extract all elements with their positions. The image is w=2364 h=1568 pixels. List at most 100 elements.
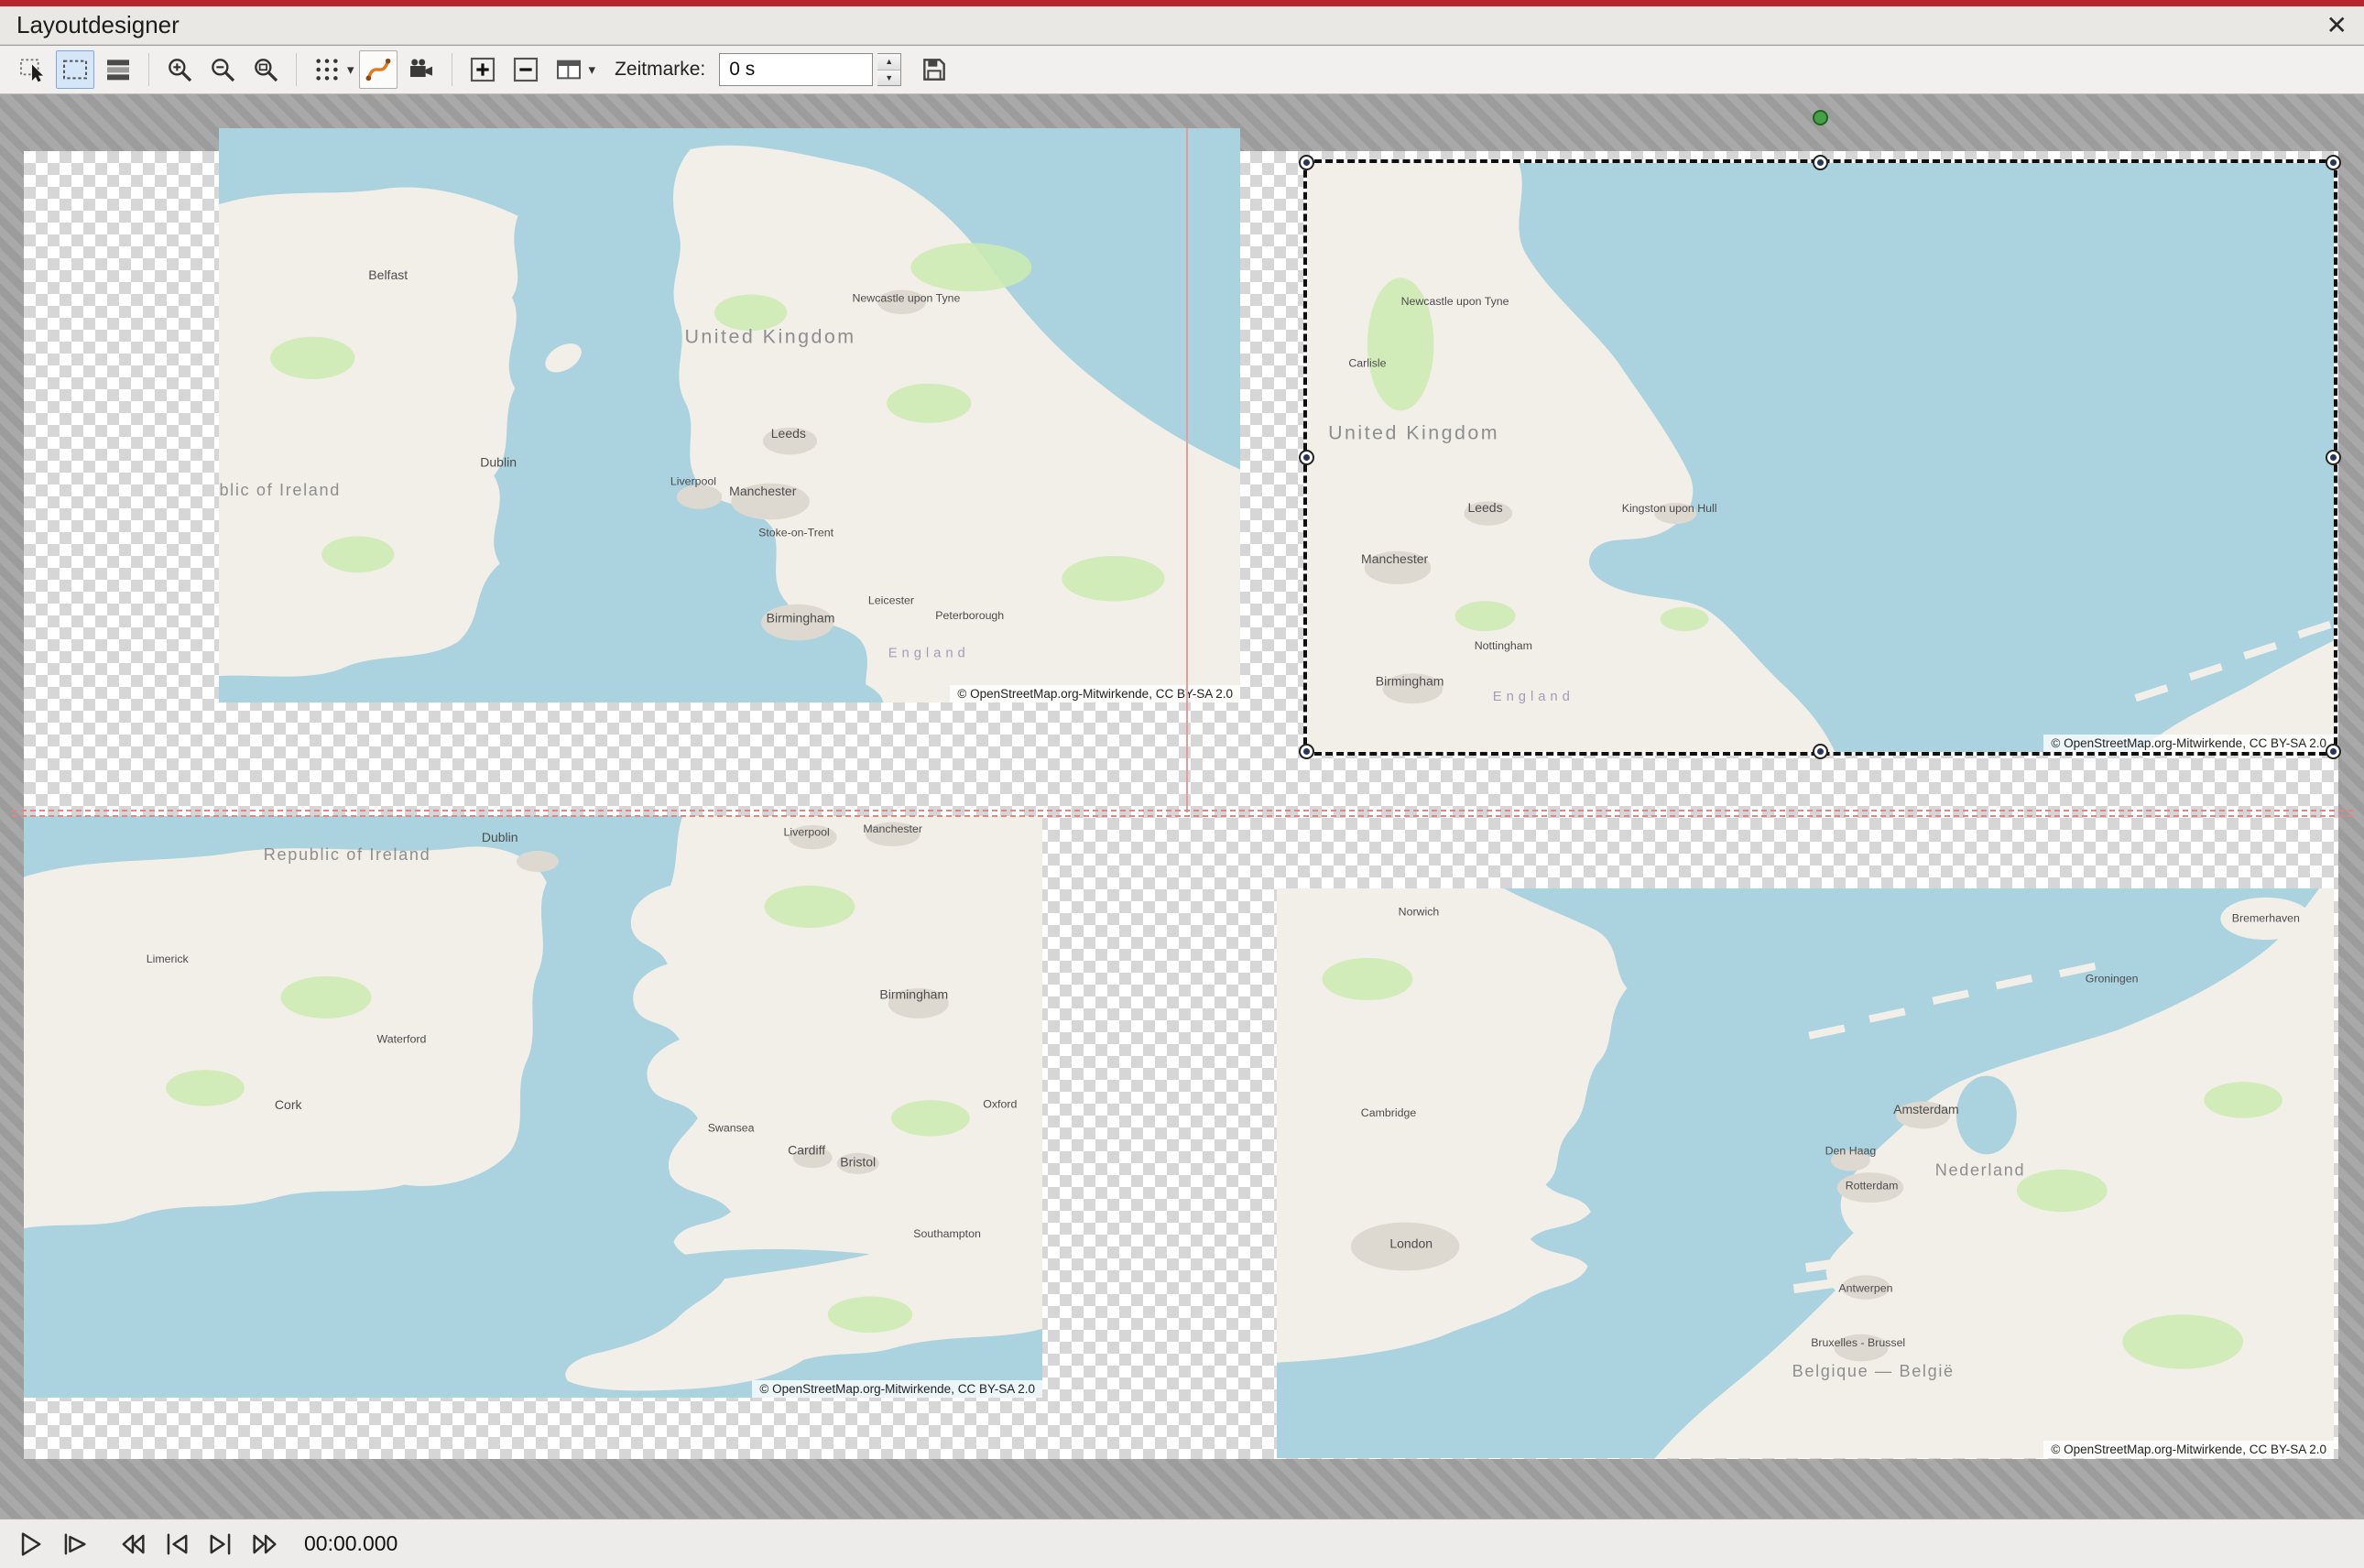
add-button[interactable] xyxy=(463,50,502,89)
spinner-up-button[interactable]: ▲ xyxy=(877,54,900,70)
rewind-button[interactable] xyxy=(114,1525,152,1563)
map-label: Waterford xyxy=(377,1032,427,1045)
layout-presets-button[interactable] xyxy=(550,50,588,89)
map-shapes xyxy=(219,128,1240,702)
floppy-disk-icon xyxy=(920,55,949,84)
map-object-uk-north[interactable]: United Kingdom England Republic of Irela… xyxy=(219,128,1240,702)
map-object-england-benelux[interactable]: London Cambridge Norwich Amsterdam Den H… xyxy=(1277,888,2334,1458)
save-layout-button[interactable] xyxy=(915,50,953,89)
zeitmarke-spinner: ▲ ▼ xyxy=(877,53,901,86)
zoom-fit-button[interactable] xyxy=(246,50,285,89)
horizontal-guide xyxy=(12,810,2353,811)
osm-attribution: © OpenStreetMap.org-Mitwirkende, CC BY-S… xyxy=(752,1380,1042,1398)
camera-icon xyxy=(407,55,436,84)
map-label: Leicester xyxy=(868,594,914,607)
curve-icon xyxy=(364,55,393,84)
zoom-in-button[interactable] xyxy=(160,50,199,89)
map-label: Newcastle upon Tyne xyxy=(1401,295,1509,308)
map-label: Antwerpen xyxy=(1838,1282,1892,1295)
map-shapes xyxy=(1307,163,2334,752)
map-object-ireland-wales[interactable]: Republic of Ireland Dublin Limerick Cork… xyxy=(24,816,1042,1398)
go-to-start-button[interactable] xyxy=(158,1525,196,1563)
osm-attribution: © OpenStreetMap.org-Mitwirkende, CC BY-S… xyxy=(2043,1441,2334,1458)
selection-handle-e[interactable] xyxy=(2326,450,2341,465)
map-label: Liverpool xyxy=(670,474,716,487)
map-label: Carlisle xyxy=(1348,357,1386,370)
map-label: Leeds xyxy=(771,426,806,441)
selection-handle-ne[interactable] xyxy=(2326,155,2341,170)
play-icon xyxy=(15,1529,46,1560)
play-from-marker-icon xyxy=(59,1529,90,1560)
map-svg: London Cambridge Norwich Amsterdam Den H… xyxy=(1277,888,2334,1458)
map-label: Belgique — België xyxy=(1792,1362,1955,1380)
map-label: Birmingham xyxy=(879,987,948,1002)
selection-handle-sw[interactable] xyxy=(1299,744,1314,759)
chevron-down-icon[interactable]: ▾ xyxy=(589,61,596,78)
go-to-end-button[interactable] xyxy=(202,1525,240,1563)
spinner-down-button[interactable]: ▼ xyxy=(877,70,900,86)
marquee-icon xyxy=(60,55,90,84)
table-rows-button[interactable] xyxy=(99,50,137,89)
map-label: Republic of Ireland xyxy=(219,481,341,499)
select-tool-button[interactable] xyxy=(13,50,51,89)
grid-icon xyxy=(312,55,342,84)
map-label: Den Haag xyxy=(1825,1144,1877,1157)
map-label: Bruxelles - Brussel xyxy=(1811,1336,1905,1349)
zoom-fit-icon xyxy=(251,55,280,84)
map-label: Stoke-on-Trent xyxy=(758,526,834,539)
rotation-handle[interactable] xyxy=(1813,110,1828,125)
remove-button[interactable] xyxy=(507,50,545,89)
osm-attribution: © OpenStreetMap.org-Mitwirkende, CC BY-S… xyxy=(2043,735,2334,752)
camera-pan-button[interactable] xyxy=(402,50,441,89)
fast-forward-button[interactable] xyxy=(245,1525,284,1563)
map-label: Nottingham xyxy=(1475,639,1532,652)
map-label: United Kingdom xyxy=(684,325,855,347)
zeitmarke-input[interactable]: 0 s xyxy=(719,53,873,86)
map-label: Liverpool xyxy=(784,825,830,838)
grid-settings-button[interactable] xyxy=(308,50,346,89)
map-label: Groningen xyxy=(2086,972,2139,985)
canvas-area[interactable]: United Kingdom England Republic of Irela… xyxy=(0,94,2364,1519)
selection-handle-n[interactable] xyxy=(1813,155,1828,170)
selection-handle-nw[interactable] xyxy=(1299,155,1314,170)
map-label: Dublin xyxy=(482,830,518,844)
skip-to-start-icon xyxy=(161,1529,192,1560)
chevron-down-icon[interactable]: ▾ xyxy=(347,61,354,78)
map-label: Nederland xyxy=(1935,1160,2025,1179)
map-label: Republic of Ireland xyxy=(264,845,431,864)
map-svg: United Kingdom England Republic of Irela… xyxy=(219,128,1240,702)
selected-object-group: United Kingdom England Newcastle upon Ty… xyxy=(1307,163,2334,752)
map-label: Rotterdam xyxy=(1846,1179,1899,1192)
toolbar-separator xyxy=(148,53,149,86)
marquee-select-tool-button[interactable] xyxy=(56,50,94,89)
vertical-guide xyxy=(1186,128,1188,812)
layoutdesigner-window: Layoutdesigner ✕ xyxy=(0,0,2364,1568)
motion-path-button[interactable] xyxy=(359,50,398,89)
title-bar[interactable]: Layoutdesigner ✕ xyxy=(0,6,2364,45)
horizontal-guide xyxy=(12,815,2353,817)
zoom-out-icon xyxy=(208,55,237,84)
fast-forward-icon xyxy=(249,1529,280,1560)
map-svg: United Kingdom England Newcastle upon Ty… xyxy=(1307,163,2334,752)
map-label: London xyxy=(1389,1236,1433,1251)
plus-square-icon xyxy=(468,55,497,84)
selection-handle-se[interactable] xyxy=(2326,744,2341,759)
selection-handle-s[interactable] xyxy=(1813,744,1828,759)
toolbar-separator xyxy=(296,53,297,86)
map-label: Southampton xyxy=(913,1227,981,1240)
selection-handle-w[interactable] xyxy=(1299,450,1314,465)
map-label: Newcastle upon Tyne xyxy=(853,292,961,305)
map-object-uk-east-coast[interactable]: United Kingdom England Newcastle upon Ty… xyxy=(1307,163,2334,752)
zoom-out-button[interactable] xyxy=(203,50,242,89)
play-button[interactable] xyxy=(11,1525,49,1563)
map-label: Birmingham xyxy=(1376,673,1444,688)
osm-attribution: © OpenStreetMap.org-Mitwirkende, CC BY-S… xyxy=(950,685,1240,702)
map-label: Amsterdam xyxy=(1893,1102,1959,1116)
map-label: England xyxy=(888,646,970,660)
map-svg: Republic of Ireland Dublin Limerick Cork… xyxy=(24,816,1042,1398)
window-title: Layoutdesigner xyxy=(16,11,180,39)
transport-bar: 00:00.000 xyxy=(0,1519,2364,1568)
close-button[interactable]: ✕ xyxy=(2326,13,2348,38)
play-from-timemark-button[interactable] xyxy=(55,1525,93,1563)
table-rows-icon xyxy=(103,55,133,84)
